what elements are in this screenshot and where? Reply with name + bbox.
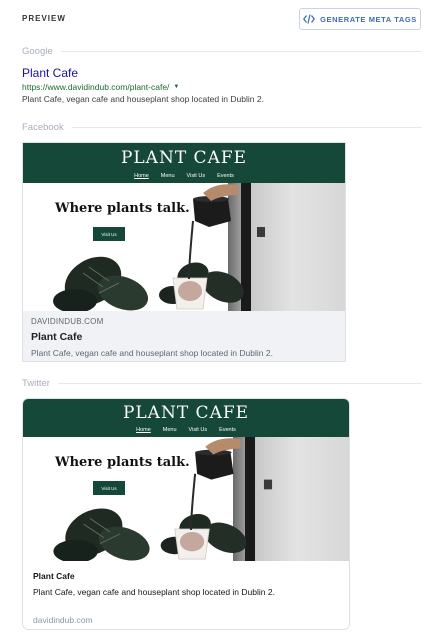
site-brand: PLANT CAFE [122,403,250,423]
facebook-title: Plant Cafe [31,331,83,343]
preview-label: PREVIEW [22,14,66,23]
site-navbar: PLANT CAFE Home Menu Visit Us Events [23,143,345,183]
twitter-card-meta: Plant Cafe Plant Cafe, vegan cafe and ho… [23,561,349,629]
site-nav-home: Home [136,427,151,433]
section-divider [60,51,422,52]
plant-photo-illustration [53,184,265,311]
facebook-section-header: Facebook [22,122,422,133]
site-nav-visit: Visit Us [186,173,206,179]
twitter-description: Plant Cafe, vegan cafe and houseplant sh… [33,587,275,597]
twitter-section-header: Twitter [22,378,422,389]
site-nav-visit: Visit Us [188,427,208,433]
site-hero: Where plants talk. Visit Us [23,437,349,561]
section-divider [71,127,422,128]
wall-hook [257,227,265,237]
plant-photo-illustration [53,438,273,561]
site-nav-home: Home [134,173,149,179]
twitter-preview-card[interactable]: PLANT CAFE Home Menu Visit Us Events Whe… [22,398,350,630]
google-section-label: Google [22,46,53,57]
site-brand: PLANT CAFE [120,148,248,168]
site-nav-events: Events [219,427,236,433]
google-section-header: Google [22,46,422,57]
twitter-domain: davidindub.com [33,615,93,625]
google-result-url[interactable]: https://www.davidindub.com/plant-cafe/ ▼ [22,82,179,92]
site-navbar: PLANT CAFE Home Menu Visit Us Events [23,399,349,437]
facebook-domain: DAVIDINDUB.COM [31,317,104,326]
facebook-og-image: PLANT CAFE Home Menu Visit Us Events Whe… [23,143,345,311]
site-nav-events: Events [217,173,234,179]
google-url-text: https://www.davidindub.com/plant-cafe/ [22,82,170,92]
twitter-card-image: PLANT CAFE Home Menu Visit Us Events Whe… [23,399,349,561]
generate-meta-tags-label: GENERATE META TAGS [320,14,417,24]
facebook-preview-card[interactable]: PLANT CAFE Home Menu Visit Us Events Whe… [22,142,346,362]
section-divider [57,383,422,384]
google-result-title[interactable]: Plant Cafe [22,66,78,80]
facebook-section-label: Facebook [22,122,64,133]
generate-meta-tags-button[interactable]: GENERATE META TAGS [299,8,421,30]
site-hero: Where plants talk. Visit Us [23,183,345,311]
twitter-title: Plant Cafe [33,571,75,581]
facebook-card-meta: DAVIDINDUB.COM Plant Cafe Plant Cafe, ve… [23,311,345,361]
site-nav-links: Home Menu Visit Us Events [23,173,345,179]
code-icon [303,14,316,24]
google-result-description: Plant Cafe, vegan cafe and houseplant sh… [22,94,264,104]
preview-header: PREVIEW GENERATE META TAGS [0,0,430,40]
facebook-description: Plant Cafe, vegan cafe and houseplant sh… [31,348,273,358]
site-nav-menu: Menu [160,173,175,179]
caret-down-icon[interactable]: ▼ [173,84,179,90]
twitter-section-label: Twitter [22,378,50,389]
site-nav-links: Home Menu Visit Us Events [23,427,349,433]
site-nav-menu: Menu [162,427,177,433]
